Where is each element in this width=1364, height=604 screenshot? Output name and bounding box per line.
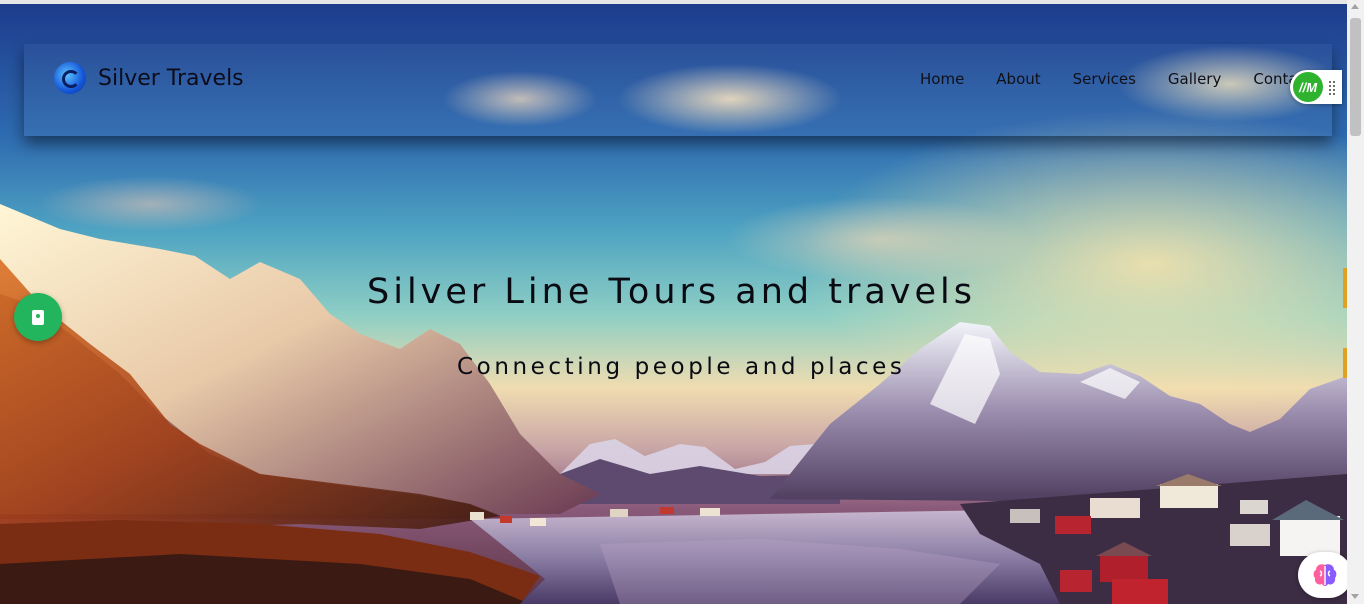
hero-title: Silver Line Tours and travels [367,272,977,312]
extension-badge[interactable]: //M [1293,72,1323,102]
ai-assistant-button[interactable] [1298,552,1352,598]
nav-links: Home About Services Gallery Contact [920,70,1344,88]
main-navbar: Silver Travels Home About Services Galle… [24,44,1332,136]
brain-icon [1313,564,1337,586]
contact-floating-button[interactable] [14,293,62,341]
brand-home-link[interactable]: Silver Travels [54,62,244,94]
scroll-up-arrow-icon[interactable] [1351,4,1359,9]
hero-subtitle: Connecting people and places [457,354,906,380]
hero-section: Silver Travels Home About Services Galle… [0,4,1347,604]
nav-link-about[interactable]: About [996,70,1040,88]
nav-link-services[interactable]: Services [1073,70,1136,88]
extension-widget[interactable]: //M [1290,70,1342,104]
scroll-down-arrow-icon[interactable] [1351,594,1359,599]
nav-link-home[interactable]: Home [920,70,964,88]
contact-card-icon [32,309,44,325]
drag-handle-icon[interactable] [1328,80,1336,96]
brand-name: Silver Travels [98,65,244,91]
globe-logo-icon [54,62,86,94]
scrollbar-thumb[interactable] [1350,18,1361,136]
nav-link-gallery[interactable]: Gallery [1168,70,1221,88]
page-scrollbar[interactable] [1347,0,1364,604]
